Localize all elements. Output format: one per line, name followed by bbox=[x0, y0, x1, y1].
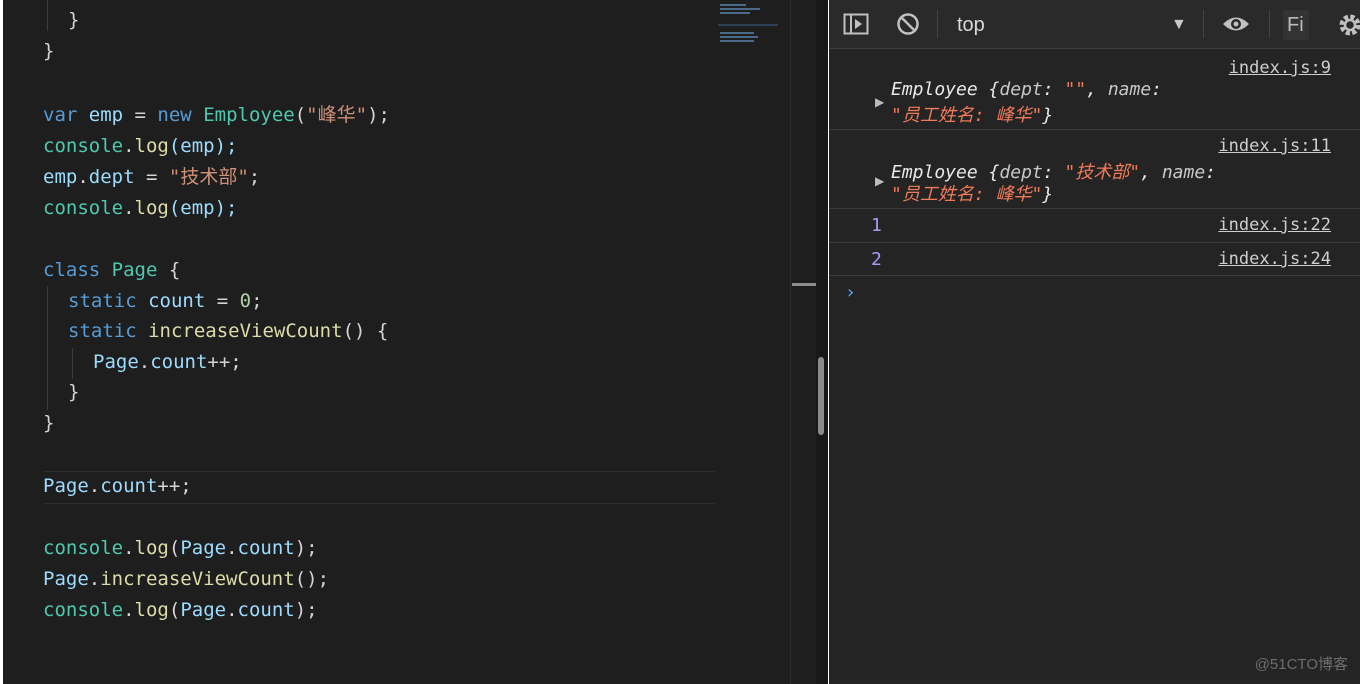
code-line: } bbox=[43, 412, 55, 434]
code-line: static increaseViewCount() { bbox=[68, 320, 389, 342]
watermark: @51CTO博客 bbox=[1254, 656, 1348, 673]
expand-triangle-icon[interactable]: ▶ bbox=[875, 95, 884, 109]
log-value: 2 bbox=[871, 249, 882, 270]
code-line: console.log(emp); bbox=[43, 135, 238, 157]
code-line: console.log(emp); bbox=[43, 197, 238, 219]
code-line: console.log(Page.count); bbox=[43, 537, 318, 559]
code-line: Page.increaseViewCount(); bbox=[43, 568, 330, 590]
eye-icon[interactable] bbox=[1221, 12, 1249, 36]
panel-splitter[interactable] bbox=[816, 0, 828, 684]
minimap[interactable] bbox=[716, 0, 788, 50]
indent-guide bbox=[72, 348, 73, 379]
chevron-down-icon[interactable]: ▼ bbox=[1171, 16, 1187, 34]
code-line: emp.dept = "技术部"; bbox=[43, 166, 261, 188]
toolbar-separator bbox=[1203, 10, 1204, 38]
source-link[interactable]: index.js:11 bbox=[1218, 136, 1331, 156]
console-prompt-icon[interactable]: › bbox=[845, 282, 856, 303]
indent-guide bbox=[47, 286, 48, 410]
splitter-thumb[interactable] bbox=[818, 357, 824, 435]
code-editor[interactable]: } } var emp = new Employee("峰华"); consol… bbox=[3, 0, 790, 684]
gear-icon[interactable] bbox=[1337, 12, 1360, 36]
console-message[interactable]: index.js:9 ▶ Employee {dept: "", name: "… bbox=[829, 49, 1360, 130]
editor-scrollbar[interactable] bbox=[790, 0, 819, 684]
log-value: 1 bbox=[871, 215, 882, 236]
sidebar-toggle-icon[interactable] bbox=[843, 12, 869, 36]
filter-placeholder: Fi bbox=[1287, 14, 1304, 36]
filter-input[interactable]: Fi bbox=[1283, 10, 1309, 40]
code-line: } bbox=[43, 40, 55, 62]
source-link[interactable]: index.js:22 bbox=[1218, 215, 1331, 235]
object-preview: Employee {dept: "", name: bbox=[891, 79, 1163, 100]
toolbar-separator bbox=[1269, 10, 1270, 38]
console-message[interactable]: 1 index.js:22 bbox=[829, 209, 1360, 243]
code-line: console.log(Page.count); bbox=[43, 599, 318, 621]
source-link[interactable]: index.js:24 bbox=[1218, 249, 1331, 269]
code-line: } bbox=[68, 9, 80, 31]
code-line: var emp = new Employee("峰华"); bbox=[43, 104, 390, 126]
object-preview-cont: "员工姓名: 峰华"} bbox=[891, 184, 1054, 205]
console-message[interactable]: index.js:11 ▶ Employee {dept: "技术部", nam… bbox=[829, 130, 1360, 209]
scrollbar-marker bbox=[792, 283, 816, 286]
object-preview-cont: "员工姓名: 峰华"} bbox=[891, 105, 1054, 126]
console-message[interactable]: 2 index.js:24 bbox=[829, 243, 1360, 276]
code-line: static count = 0; bbox=[68, 290, 263, 312]
clear-console-icon[interactable] bbox=[895, 12, 921, 36]
console-toolbar: top ▼ Fi bbox=[829, 0, 1360, 49]
context-selector[interactable]: top bbox=[957, 14, 985, 37]
indent-guide bbox=[47, 0, 48, 31]
source-link[interactable]: index.js:9 bbox=[1229, 58, 1331, 78]
expand-triangle-icon[interactable]: ▶ bbox=[875, 174, 884, 188]
devtools-console-panel: top ▼ Fi index.js:9 ▶ Employee {dept: ""… bbox=[829, 0, 1360, 684]
code-line: } bbox=[68, 381, 80, 403]
code-line: class Page { bbox=[43, 259, 181, 281]
code-line: Page.count++; bbox=[43, 475, 192, 497]
code-line: Page.count++; bbox=[93, 351, 242, 373]
toolbar-separator bbox=[937, 10, 938, 38]
